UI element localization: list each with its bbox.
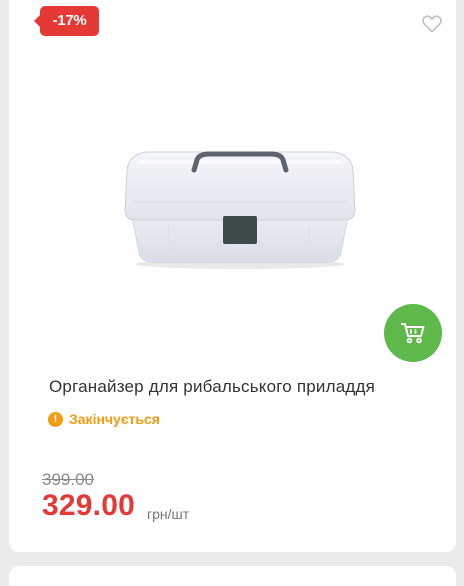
warning-circle-icon: ! xyxy=(48,411,63,427)
product-card[interactable]: -17% Органайзер для рибальського приладд… xyxy=(9,0,456,552)
next-product-card xyxy=(9,566,456,586)
stock-status: ! Закінчується xyxy=(48,411,160,427)
product-image[interactable] xyxy=(109,140,371,270)
add-to-cart-button[interactable] xyxy=(384,304,442,362)
price-unit: грн/шт xyxy=(147,506,190,522)
current-price: 329.00 xyxy=(42,489,135,522)
stock-status-text: Закінчується xyxy=(69,411,160,427)
old-price: 399.00 xyxy=(42,470,94,489)
discount-badge: -17% xyxy=(34,6,99,36)
product-title[interactable]: Органайзер для рибальського приладдя xyxy=(49,377,449,397)
favorite-heart-icon[interactable] xyxy=(420,11,444,35)
shopping-cart-icon xyxy=(400,321,426,345)
